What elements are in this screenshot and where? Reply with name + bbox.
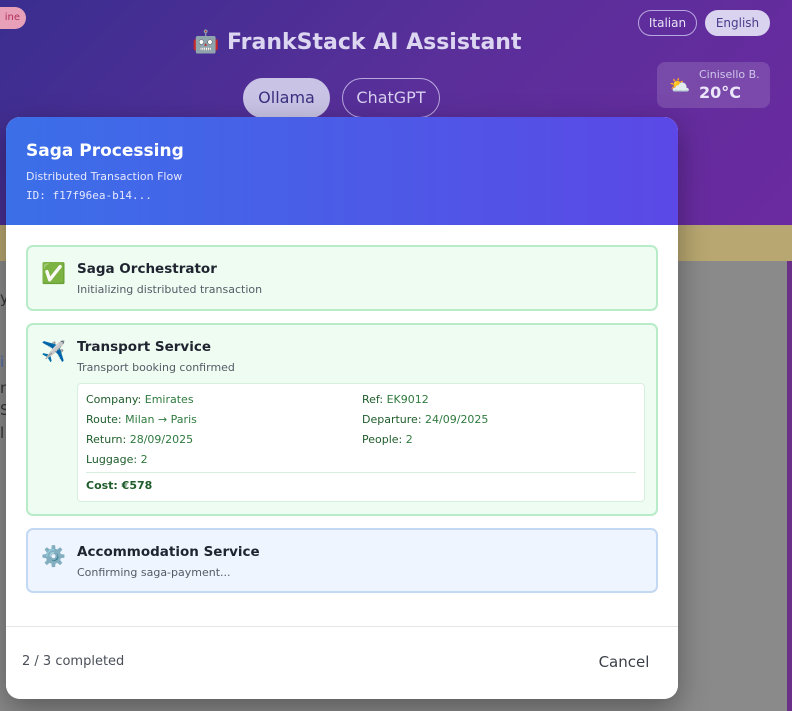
check-icon: ✅ (41, 261, 66, 285)
cancel-button[interactable]: Cancel (584, 649, 664, 675)
page-edge (787, 261, 792, 711)
step-description: Confirming saga-payment... (77, 566, 231, 579)
provider-chatgpt-button[interactable]: ChatGPT (342, 78, 440, 118)
people-field: People: 2 (362, 433, 413, 446)
step-description: Initializing distributed transaction (77, 283, 263, 296)
airplane-icon: ✈️ (41, 339, 66, 363)
step-accommodation-service: ⚙️ Accommodation Service Confirming saga… (26, 528, 658, 593)
step-name: Accommodation Service (77, 544, 260, 560)
provider-ollama-button[interactable]: Ollama (243, 78, 330, 118)
modal-title: Saga Processing (26, 141, 184, 161)
modal-footer: 2 / 3 completed Cancel (6, 626, 678, 699)
progress-counter: 2 / 3 completed (22, 654, 125, 669)
divider (86, 472, 636, 473)
step-name: Transport Service (77, 339, 212, 355)
cost-total: Cost: €578 (86, 479, 153, 492)
step-description: Transport booking confirmed (77, 361, 235, 374)
language-english-button[interactable]: English (705, 10, 770, 36)
language-italian-button[interactable]: Italian (638, 10, 697, 36)
body-text-fragment: l (0, 424, 5, 442)
step-name: Saga Orchestrator (77, 261, 217, 277)
departure-field: Departure: 24/09/2025 (362, 413, 489, 426)
gear-icon: ⚙️ (41, 544, 66, 568)
status-badge: ine (0, 7, 26, 29)
app-title: 🤖 FrankStack AI Assistant (192, 30, 522, 55)
ref-field: Ref: EK9012 (362, 393, 429, 406)
modal-subtitle: Distributed Transaction Flow (26, 170, 183, 183)
weather-cloud-sun-icon: ⛅ (669, 76, 691, 96)
route-field: Route: Milan → Paris (86, 413, 197, 426)
weather-widget: ⛅ Cinisello B. 20°C (657, 62, 770, 108)
return-field: Return: 28/09/2025 (86, 433, 194, 446)
transport-details: Company: Emirates Ref: EK9012 Route: Mil… (77, 383, 645, 502)
step-saga-orchestrator: ✅ Saga Orchestrator Initializing distrib… (26, 245, 658, 311)
luggage-field: Luggage: 2 (86, 453, 148, 466)
step-transport-service: ✈️ Transport Service Transport booking c… (26, 323, 658, 516)
weather-city: Cinisello B. (699, 68, 760, 81)
modal-header: Saga Processing Distributed Transaction … (6, 117, 678, 225)
weather-temperature: 20°C (699, 83, 742, 102)
company-field: Company: Emirates (86, 393, 194, 406)
saga-processing-modal: Saga Processing Distributed Transaction … (6, 117, 678, 699)
transaction-id: ID: f17f96ea-b14... (26, 189, 152, 202)
body-text-fragment: i (0, 353, 5, 371)
